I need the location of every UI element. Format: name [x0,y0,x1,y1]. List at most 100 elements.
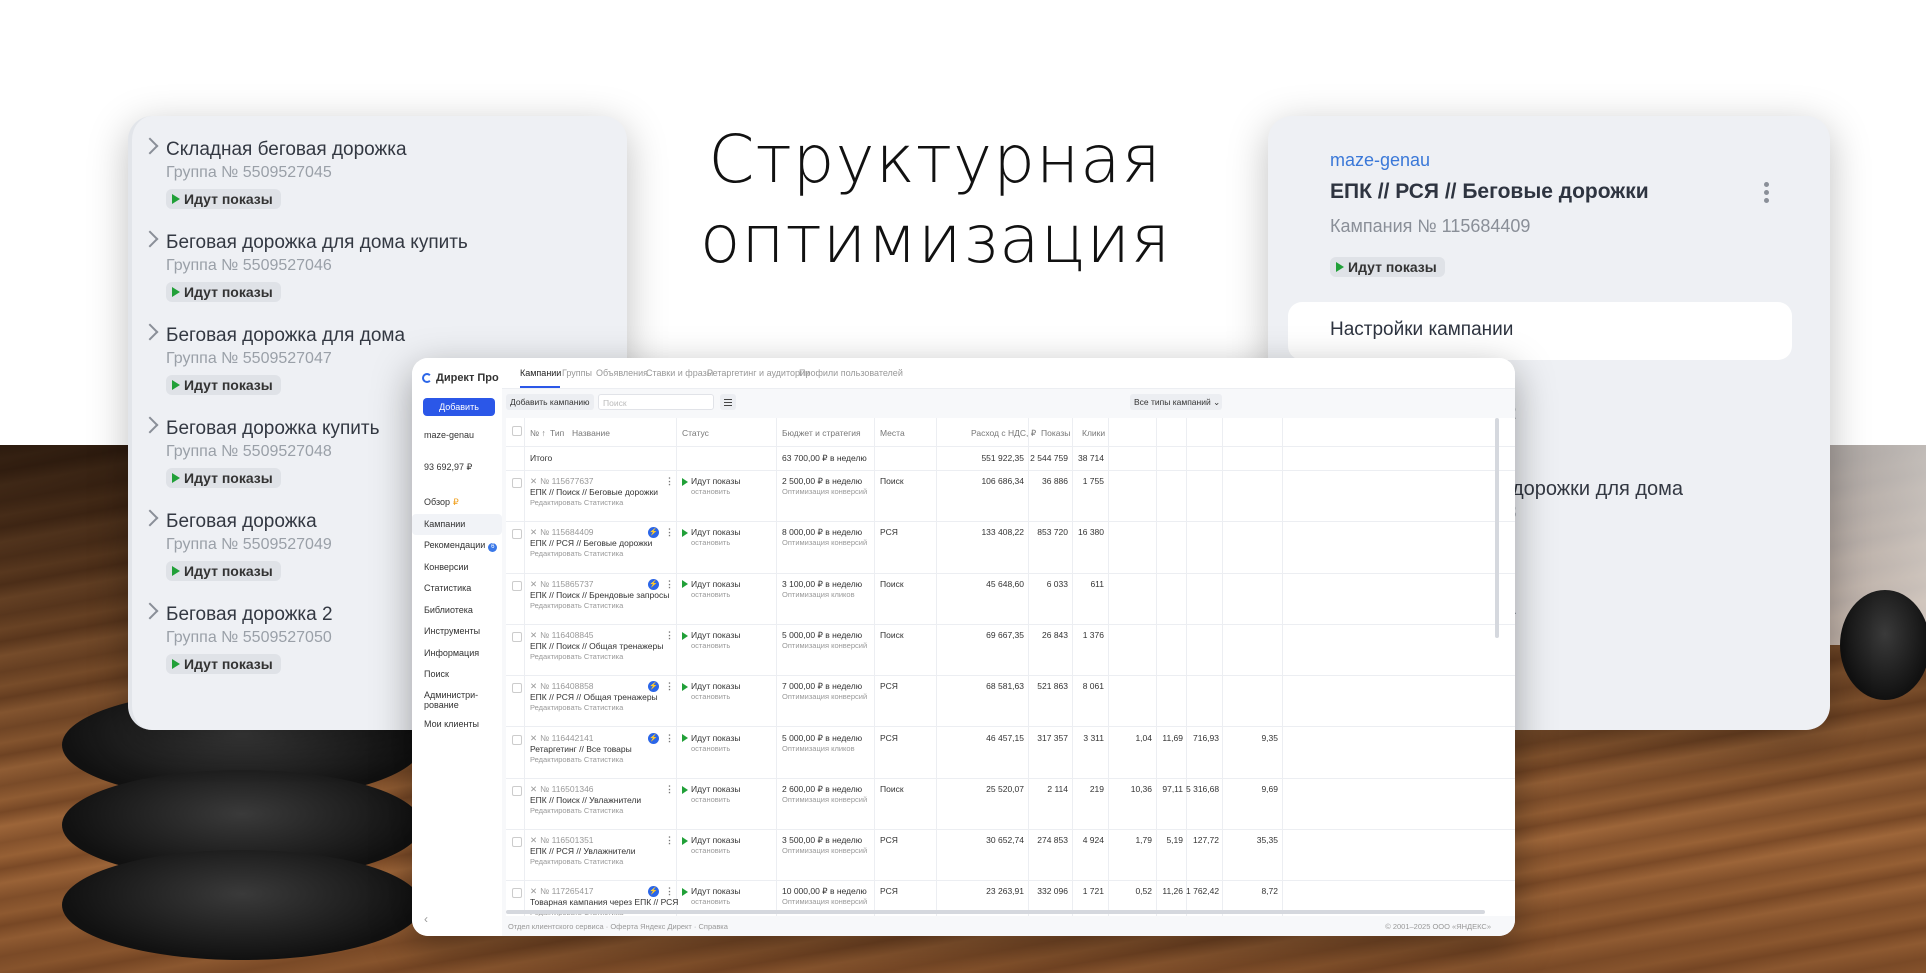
row-checkbox[interactable] [512,734,522,745]
sidebar-item[interactable]: Мои клиенты [424,714,502,736]
row-checkbox[interactable] [512,529,522,540]
sidebar-item[interactable]: Инструменты [424,621,502,643]
horizontal-scrollbar[interactable] [506,910,1485,914]
chevron-right-icon[interactable] [141,137,159,155]
campaign-name[interactable]: Ретаргетинг // Все товары [530,744,632,754]
edit-link[interactable]: Редактировать [530,857,582,866]
table-row[interactable]: ✕ № 115677637 ЕПК // Поиск // Беговые доро… [506,470,1515,523]
table-row[interactable]: ✕ № 116408858 ЕПК // РСЯ // Общая тренажер… [506,675,1515,728]
row-menu-icon[interactable]: ⋮ [665,784,674,795]
table-row[interactable]: ✕ № 116442141 Ретаргетинг // Все товары Ред… [506,727,1515,779]
campaign-name[interactable]: Товарная кампания через ЕПК // РСЯ [530,897,678,907]
campaign-name[interactable]: ЕПК // Поиск // Брендовые запросы [530,590,669,600]
stats-link[interactable]: Статистика [584,806,623,815]
stop-link[interactable]: остановить [691,487,730,496]
sidebar-item[interactable]: Библиотека [424,600,502,622]
stop-link[interactable]: остановить [691,795,730,804]
account-name[interactable]: maze-genau [424,430,474,440]
row-menu-icon[interactable]: ⋮ [665,476,674,487]
campaign-name[interactable]: ЕПК // Поиск // Общая тренажеры [530,641,663,651]
col-places[interactable]: Места [880,428,905,438]
group-item[interactable]: Складная беговая дорожка Группа № 5509527… [141,137,627,209]
chevron-right-icon[interactable] [141,230,159,248]
campaign-settings-button[interactable]: Настройки кампании [1288,302,1792,360]
stats-link[interactable]: Статистика [584,549,623,558]
col-shows[interactable]: Показы [1041,428,1070,438]
sidebar-item[interactable]: Администри- [424,686,502,700]
row-checkbox[interactable] [512,837,522,848]
sidebar-item[interactable]: рование [424,700,502,714]
chevron-right-icon[interactable] [141,602,159,620]
tab-5[interactable]: Профили пользователей [799,368,903,378]
stats-link[interactable]: Статистика [584,755,623,764]
edit-link[interactable]: Редактировать [530,755,582,764]
chevron-right-icon[interactable] [141,509,159,527]
tab-2[interactable]: Объявления [596,368,648,378]
edit-link[interactable]: Редактировать [530,601,582,610]
more-options-icon[interactable] [1764,182,1770,206]
col-name[interactable]: Название [572,428,610,438]
collapse-sidebar-icon[interactable]: ‹ [424,912,428,926]
autotargeting-icon[interactable]: ⚡ [648,578,659,590]
col-type[interactable]: Тип [550,428,564,438]
table-row[interactable]: ✕ № 116501351 ЕПК // РСЯ // Увлажнители Ред… [506,829,1515,882]
row-menu-icon[interactable]: ⋮ [665,579,674,590]
col-status[interactable]: Статус [682,428,709,438]
row-checkbox[interactable] [512,785,522,796]
edit-link[interactable]: Редактировать [530,498,582,507]
stop-link[interactable]: остановить [691,744,730,753]
stop-link[interactable]: остановить [691,897,730,906]
row-checkbox[interactable] [512,683,522,694]
stats-link[interactable]: Статистика [584,498,623,507]
sidebar-item[interactable]: Рекомендации 6 [424,535,502,557]
edit-link[interactable]: Редактировать [530,652,582,661]
table-row[interactable]: ✕ № 116501346 ЕПК // Поиск // Увлажнители Р… [506,778,1515,831]
sidebar-item[interactable]: Кампании [412,513,502,535]
autotargeting-icon[interactable]: ⚡ [648,732,659,744]
stats-link[interactable]: Статистика [584,857,623,866]
edit-link[interactable]: Редактировать [530,703,582,712]
row-checkbox[interactable] [512,888,522,899]
logo[interactable]: Директ Про [422,372,499,384]
account-link[interactable]: maze-genau [1330,150,1430,171]
search-input[interactable]: Поиск [598,394,714,410]
table-row[interactable]: ✕ № 115865737 ЕПК // Поиск // Брендовые за… [506,573,1515,625]
add-campaign-button[interactable]: Добавить кампанию [506,394,594,410]
row-checkbox[interactable] [512,478,522,488]
sidebar-item[interactable]: Информация [424,643,502,665]
stop-link[interactable]: остановить [691,692,730,701]
footer-links[interactable]: Отдел клиентского сервиса · Оферта Яндек… [508,922,728,931]
sidebar-item[interactable]: Конверсии [424,557,502,579]
tab-3[interactable]: Ставки и фразы [646,368,713,378]
col-spend[interactable]: Расход с НДС, ₽ [971,428,1036,439]
row-menu-icon[interactable]: ⋮ [665,733,674,744]
tab-0[interactable]: Кампании [520,368,561,378]
vertical-scrollbar[interactable] [1495,418,1499,638]
table-row[interactable]: ✕ № 116408845 ЕПК // Поиск // Общая тренаж… [506,624,1515,677]
autotargeting-icon[interactable]: ⚡ [648,886,659,898]
edit-link[interactable]: Редактировать [530,806,582,815]
stats-link[interactable]: Статистика [584,703,623,712]
row-menu-icon[interactable]: ⋮ [665,886,674,897]
stop-link[interactable]: остановить [691,538,730,547]
chevron-right-icon[interactable] [141,323,159,341]
stats-link[interactable]: Статистика [584,601,623,610]
autotargeting-icon[interactable]: ⚡ [648,681,659,693]
add-button[interactable]: Добавить [423,398,495,416]
stop-link[interactable]: остановить [691,641,730,650]
stats-link[interactable]: Статистика [584,652,623,661]
col-clicks[interactable]: Клики [1082,428,1105,438]
edit-link[interactable]: Редактировать [530,549,582,558]
campaign-name[interactable]: ЕПК // Поиск // Увлажнители [530,795,641,805]
sidebar-item[interactable]: Поиск [424,664,502,686]
table-row[interactable]: ✕ № 115684409 ЕПК // РСЯ // Беговые дорожк… [506,521,1515,574]
filter-settings-icon[interactable] [720,394,736,410]
stop-link[interactable]: остановить [691,590,730,599]
sidebar-item[interactable]: Обзор ₽ [424,492,502,514]
row-checkbox[interactable] [512,631,522,642]
campaign-name[interactable]: ЕПК // РСЯ // Увлажнители [530,846,635,856]
select-all-checkbox[interactable] [512,426,522,436]
row-menu-icon[interactable]: ⋮ [665,630,674,641]
campaign-name[interactable]: ЕПК // Поиск // Беговые дорожки [530,487,658,497]
tab-4[interactable]: Ретаргетинг и аудитории [707,368,810,378]
